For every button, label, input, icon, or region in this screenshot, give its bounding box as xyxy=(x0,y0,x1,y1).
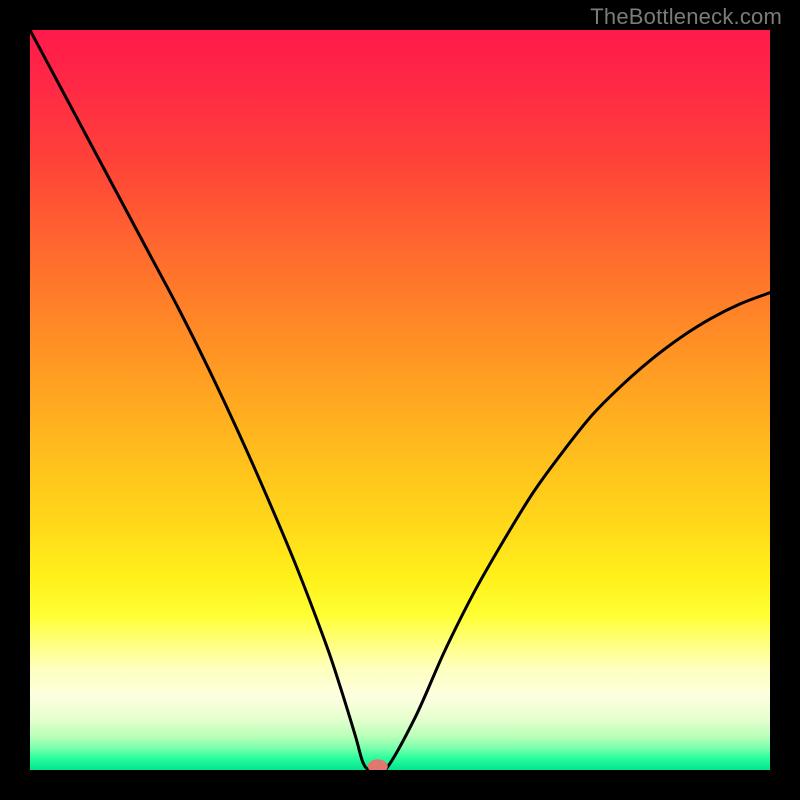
plot-area xyxy=(30,30,770,770)
chart-frame: TheBottleneck.com xyxy=(0,0,800,800)
watermark-text: TheBottleneck.com xyxy=(590,4,782,30)
curve-svg xyxy=(30,30,770,770)
bottleneck-curve-path xyxy=(30,30,770,770)
min-marker xyxy=(368,759,388,770)
